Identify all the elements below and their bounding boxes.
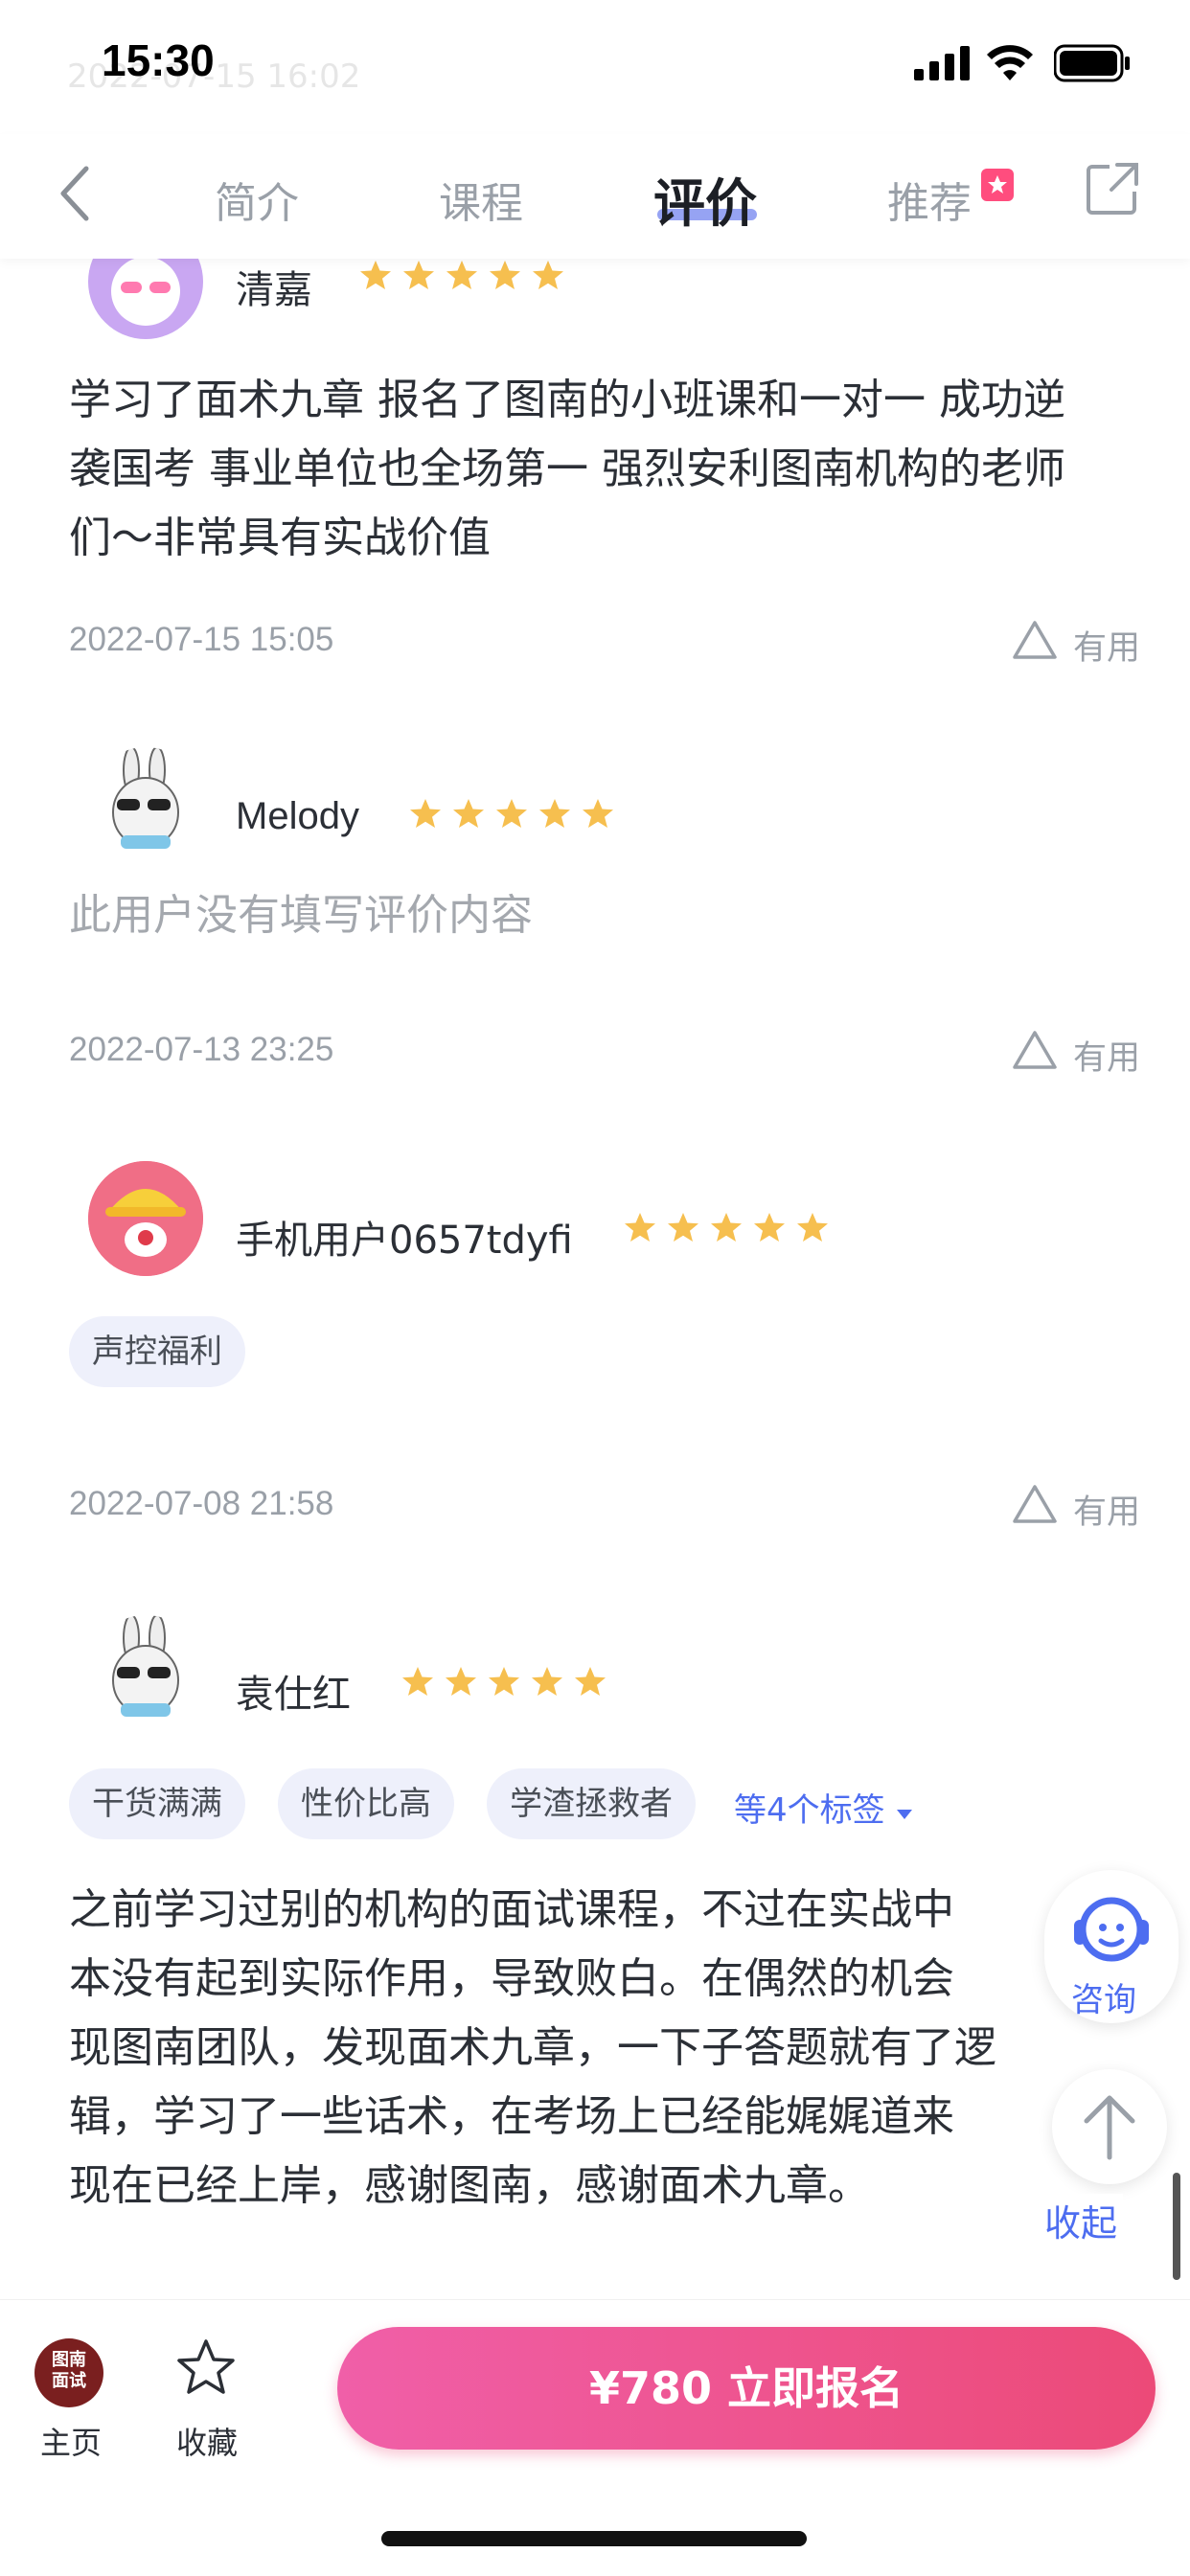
signal-icon [914,46,970,80]
useful-button[interactable]: 有用 [1013,1485,1141,1534]
rating-stars [408,797,624,835]
review-text-line: 之前学习过别的机构的面试课程，不过在实战中 [69,1885,954,1934]
arrow-up-icon [1084,2095,1135,2160]
review-date: 2022-07-13 23:25 [69,1031,334,1068]
review-date: 2022-07-15 15:05 [69,621,334,658]
review-username: 袁仕红 [236,1673,351,1717]
rating-stars [400,1665,616,1703]
favorite-star-icon[interactable] [174,2337,238,2400]
review-tag: 声控福利 [69,1316,245,1387]
star-icon [403,261,434,289]
useful-button[interactable]: 有用 [1013,621,1141,670]
avatar [88,1615,203,1730]
more-tags-link[interactable]: 等4个标签 [734,1784,914,1831]
star-icon [446,1667,476,1696]
star-icon [410,799,441,828]
collapse-button[interactable]: 收起 [1039,2194,1124,2246]
wifi-icon [987,45,1033,80]
review-text-line: 现图南团队，发现面术九章，一下子答题就有了逻 [69,2023,996,2072]
home-indicator [381,2531,807,2546]
star-icon [625,1213,655,1242]
star-icon [668,1213,698,1242]
signup-button[interactable]: ¥780 立即报名 [337,2327,1156,2450]
review-username: 清嘉 [236,268,312,312]
review-text: 学习了面术九章 报名了图南的小班课和一对一 成功逆袭国考 事业单位也全场第一 强… [69,376,1065,562]
home-logo-icon[interactable]: 图南 面试 [34,2338,103,2407]
recommend-badge-icon [981,169,1014,201]
favorite-label[interactable]: 收藏 [176,2419,238,2463]
customer-service-icon [1074,1897,1149,1962]
avatar [88,1161,203,1276]
star-icon [533,261,563,289]
useful-button[interactable]: 有用 [1013,1031,1141,1080]
review-text: 此用户没有填写评价内容 [69,891,533,940]
tab-intro[interactable]: 简介 [215,169,299,230]
star-icon [360,261,391,289]
consult-label: 咨询 [1071,1981,1136,2019]
rating-stars [623,1211,838,1249]
star-icon [489,1667,519,1696]
rating-stars [358,259,574,297]
star-icon [754,1213,785,1242]
star-icon [711,1213,742,1242]
status-time: 15:30 [102,35,215,85]
scroll-top-button[interactable] [1052,2069,1167,2184]
warning-triangle-icon [1013,621,1057,659]
star-icon [496,799,527,828]
review-text-line: 辑，学习了一些话术，在考场上已经能娓娓道来 [69,2092,954,2141]
review-tag: 干货满满 [69,1768,245,1839]
star-icon [797,1213,828,1242]
share-icon[interactable] [1085,161,1140,217]
home-label[interactable]: 主页 [40,2419,102,2463]
caret-down-icon [897,1810,913,1819]
review-username: Melody [236,795,359,837]
consult-button[interactable]: 咨询 [1044,1870,1179,2023]
useful-label: 有用 [1073,629,1141,668]
review-text-line: 本没有起到实际作用，导致败白。在偶然的机会 [69,1954,954,2003]
star-icon [446,261,477,289]
star-icon [532,1667,562,1696]
star-icon [490,261,520,289]
review-username: 手机用户0657tdyfi [236,1219,573,1263]
review-text-line: 现在已经上岸，感谢图南，感谢面术九章。 [69,2161,870,2210]
star-icon [575,1667,606,1696]
useful-label: 有用 [1073,1039,1141,1078]
star-icon [583,799,613,828]
back-chevron-icon[interactable] [56,165,94,222]
star-icon [539,799,570,828]
reviews-list: 清嘉 学习了面术九章 报名了图南的小班课和一对一 成功逆袭国考 事业单位也全场第… [23,224,1167,2299]
review-tag: 性价比高 [278,1768,454,1839]
review-tag: 学渣拯救者 [487,1768,696,1839]
tab-reviews[interactable]: 评价 [653,161,757,237]
review-text: 之前学习过别的机构的面试课程，不过在实战中 本没有起到实际作用，导致败白。在偶然… [69,1876,1104,2221]
warning-triangle-icon [1013,1485,1057,1523]
useful-label: 有用 [1073,1493,1141,1532]
star-icon [453,799,484,828]
tab-course[interactable]: 课程 [439,169,523,230]
more-tags-label: 等4个标签 [734,1791,885,1830]
status-bar: 2022-07-15 16:02 15:30 [0,0,1190,134]
battery-icon [1054,44,1130,82]
avatar [88,747,203,862]
review-date: 2022-07-08 21:58 [69,1485,334,1522]
star-icon [402,1667,433,1696]
scrollbar[interactable] [1173,2173,1180,2280]
tab-recommend[interactable]: 推荐 [887,169,972,230]
warning-triangle-icon [1013,1031,1057,1069]
